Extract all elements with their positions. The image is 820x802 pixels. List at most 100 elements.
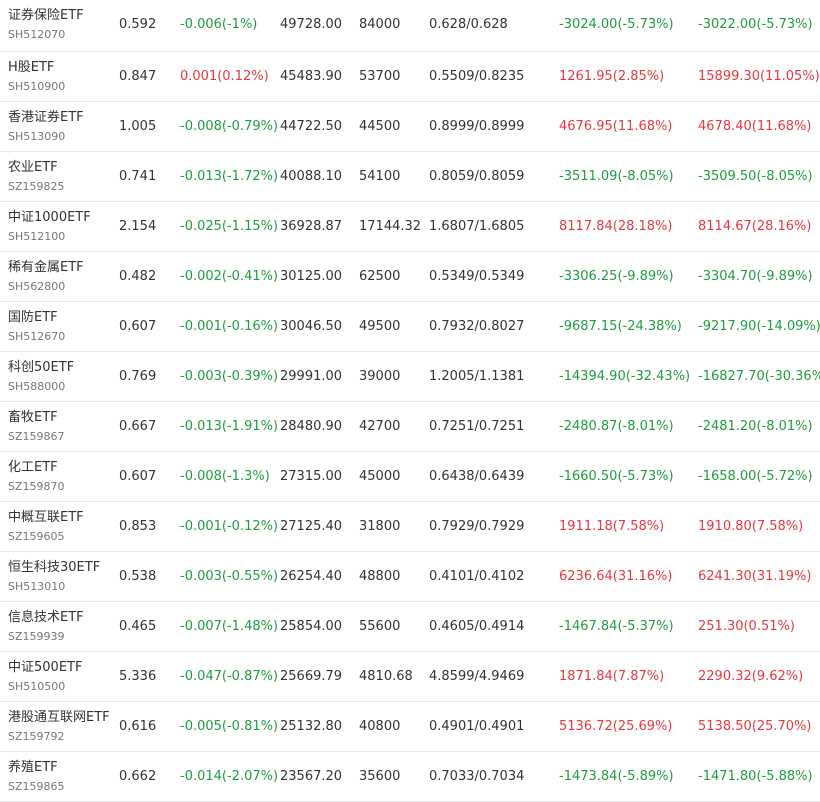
latest-price: 1.005 bbox=[119, 119, 157, 134]
table-row[interactable]: 香港证券ETF SH513090 1.005 -0.008(-0.79%) 44722.… bbox=[0, 102, 820, 152]
price-change: -0.002(-0.41%) bbox=[180, 269, 279, 284]
etf-code: SH513090 bbox=[8, 130, 66, 143]
volume-value: 39000 bbox=[359, 369, 401, 384]
etf-name-cell[interactable]: 证券保险ETF SH512070 bbox=[8, 7, 112, 43]
etf-code: SH588000 bbox=[8, 380, 66, 393]
table-row[interactable]: 养殖ETF SZ159865 0.662 -0.014(-2.07%) 23567.20… bbox=[0, 752, 820, 802]
etf-name[interactable]: 信息技术ETF bbox=[8, 609, 112, 627]
turnover-amount: 36928.87 bbox=[280, 219, 343, 234]
etf-name[interactable]: H股ETF bbox=[8, 59, 112, 77]
etf-name[interactable]: 国防ETF bbox=[8, 309, 112, 327]
volume-value: 31800 bbox=[359, 519, 401, 534]
table-row[interactable]: 中证1000ETF SH512100 2.154 -0.025(-1.15%) 3692… bbox=[0, 202, 820, 252]
etf-name[interactable]: 中证1000ETF bbox=[8, 209, 112, 227]
etf-name-cell[interactable]: 稀有金属ETF SH562800 bbox=[8, 259, 112, 295]
etf-name[interactable]: 科创50ETF bbox=[8, 359, 112, 377]
price-change: -0.013(-1.72%) bbox=[180, 169, 279, 184]
turnover-amount: 49728.00 bbox=[280, 17, 343, 32]
etf-name[interactable]: 香港证券ETF bbox=[8, 109, 112, 127]
etf-name-cell[interactable]: 港股通互联网ETF SZ159792 bbox=[8, 709, 112, 745]
latest-price: 0.853 bbox=[119, 519, 157, 534]
price-change: 0.001(0.12%) bbox=[180, 69, 269, 84]
fund-flow-2: -1471.80(-5.88%) bbox=[698, 769, 813, 784]
etf-name-cell[interactable]: 畜牧ETF SZ159867 bbox=[8, 409, 112, 445]
table-row[interactable]: 化工ETF SZ159870 0.607 -0.008(-1.3%) 27315.00 4… bbox=[0, 452, 820, 502]
fund-flow-1: 1261.95(2.85%) bbox=[559, 69, 665, 84]
table-row[interactable]: 中概互联ETF SZ159605 0.853 -0.001(-0.12%) 27125.… bbox=[0, 502, 820, 552]
bid-ask-price: 0.7932/0.8027 bbox=[429, 319, 525, 334]
etf-name-cell[interactable]: 科创50ETF SH588000 bbox=[8, 359, 112, 395]
etf-name-cell[interactable]: 中证1000ETF SH512100 bbox=[8, 209, 112, 245]
volume-value: 54100 bbox=[359, 169, 401, 184]
etf-code: SH510500 bbox=[8, 680, 66, 693]
etf-name-cell[interactable]: 中概互联ETF SZ159605 bbox=[8, 509, 112, 545]
fund-flow-1: -2480.87(-8.01%) bbox=[559, 419, 674, 434]
etf-name-cell[interactable]: 恒生科技30ETF SH513010 bbox=[8, 559, 112, 595]
bid-ask-price: 0.5509/0.8235 bbox=[429, 69, 525, 84]
bid-ask-price: 4.8599/4.9469 bbox=[429, 669, 525, 684]
latest-price: 0.592 bbox=[119, 17, 157, 32]
latest-price: 0.847 bbox=[119, 69, 157, 84]
latest-price: 2.154 bbox=[119, 219, 157, 234]
bid-ask-price: 0.7033/0.7034 bbox=[429, 769, 525, 784]
etf-name[interactable]: 畜牧ETF bbox=[8, 409, 112, 427]
fund-flow-1: -3306.25(-9.89%) bbox=[559, 269, 674, 284]
volume-value: 84000 bbox=[359, 17, 401, 32]
turnover-amount: 44722.50 bbox=[280, 119, 343, 134]
etf-name[interactable]: 化工ETF bbox=[8, 459, 112, 477]
volume-value: 48800 bbox=[359, 569, 401, 584]
fund-flow-1: 4676.95(11.68%) bbox=[559, 119, 673, 134]
etf-code: SZ159605 bbox=[8, 530, 65, 543]
table-row[interactable]: 港股通互联网ETF SZ159792 0.616 -0.005(-0.81%) 2513… bbox=[0, 702, 820, 752]
table-row[interactable]: 稀有金属ETF SH562800 0.482 -0.002(-0.41%) 30125.… bbox=[0, 252, 820, 302]
turnover-amount: 26254.40 bbox=[280, 569, 343, 584]
table-row[interactable]: 恒生科技30ETF SH513010 0.538 -0.003(-0.55%) 2625… bbox=[0, 552, 820, 602]
volume-value: 45000 bbox=[359, 469, 401, 484]
etf-name[interactable]: 港股通互联网ETF bbox=[8, 709, 112, 727]
etf-name-cell[interactable]: 养殖ETF SZ159865 bbox=[8, 759, 112, 795]
latest-price: 0.616 bbox=[119, 719, 157, 734]
etf-name-cell[interactable]: 香港证券ETF SH513090 bbox=[8, 109, 112, 145]
fund-flow-2: -16827.70(-30.36%) bbox=[698, 369, 820, 384]
table-row[interactable]: 证券保险ETF SH512070 0.592 -0.006(-1%) 49728.00 8… bbox=[0, 0, 820, 52]
turnover-amount: 25854.00 bbox=[280, 619, 343, 634]
etf-name[interactable]: 恒生科技30ETF bbox=[8, 559, 112, 577]
fund-flow-2: 6241.30(31.19%) bbox=[698, 569, 812, 584]
etf-name[interactable]: 中证500ETF bbox=[8, 659, 112, 677]
etf-name-cell[interactable]: 国防ETF SH512670 bbox=[8, 309, 112, 345]
table-row[interactable]: 中证500ETF SH510500 5.336 -0.047(-0.87%) 25669… bbox=[0, 652, 820, 702]
table-row[interactable]: 国防ETF SH512670 0.607 -0.001(-0.16%) 30046.50… bbox=[0, 302, 820, 352]
fund-flow-2: 15899.30(11.05%) bbox=[698, 69, 820, 84]
fund-flow-1: 1911.18(7.58%) bbox=[559, 519, 665, 534]
table-row[interactable]: 信息技术ETF SZ159939 0.465 -0.007(-1.48%) 25854.… bbox=[0, 602, 820, 652]
etf-name[interactable]: 农业ETF bbox=[8, 159, 112, 177]
latest-price: 0.607 bbox=[119, 319, 157, 334]
turnover-amount: 27125.40 bbox=[280, 519, 343, 534]
turnover-amount: 29991.00 bbox=[280, 369, 343, 384]
table-row[interactable]: 畜牧ETF SZ159867 0.667 -0.013(-1.91%) 28480.90… bbox=[0, 402, 820, 452]
etf-name-cell[interactable]: 信息技术ETF SZ159939 bbox=[8, 609, 112, 645]
fund-flow-2: 1910.80(7.58%) bbox=[698, 519, 804, 534]
fund-flow-2: -3509.50(-8.05%) bbox=[698, 169, 813, 184]
etf-name[interactable]: 证券保险ETF bbox=[8, 7, 112, 25]
volume-value: 53700 bbox=[359, 69, 401, 84]
fund-flow-1: 5136.72(25.69%) bbox=[559, 719, 673, 734]
etf-name[interactable]: 稀有金属ETF bbox=[8, 259, 112, 277]
turnover-amount: 27315.00 bbox=[280, 469, 343, 484]
etf-code: SZ159867 bbox=[8, 430, 65, 443]
price-change: -0.008(-0.79%) bbox=[180, 119, 279, 134]
table-row[interactable]: 科创50ETF SH588000 0.769 -0.003(-0.39%) 29991.… bbox=[0, 352, 820, 402]
fund-flow-2: 5138.50(25.70%) bbox=[698, 719, 812, 734]
etf-name[interactable]: 中概互联ETF bbox=[8, 509, 112, 527]
fund-flow-1: -3511.09(-8.05%) bbox=[559, 169, 674, 184]
table-row[interactable]: H股ETF SH510900 0.847 0.001(0.12%) 45483.90 53… bbox=[0, 52, 820, 102]
volume-value: 17144.32 bbox=[359, 219, 422, 234]
fund-flow-2: -3304.70(-9.89%) bbox=[698, 269, 813, 284]
etf-name-cell[interactable]: 化工ETF SZ159870 bbox=[8, 459, 112, 495]
table-row[interactable]: 农业ETF SZ159825 0.741 -0.013(-1.72%) 40088.10… bbox=[0, 152, 820, 202]
etf-name-cell[interactable]: 农业ETF SZ159825 bbox=[8, 159, 112, 195]
etf-name-cell[interactable]: 中证500ETF SH510500 bbox=[8, 659, 112, 695]
fund-flow-1: -1660.50(-5.73%) bbox=[559, 469, 674, 484]
etf-name[interactable]: 养殖ETF bbox=[8, 759, 112, 777]
etf-name-cell[interactable]: H股ETF SH510900 bbox=[8, 59, 112, 95]
